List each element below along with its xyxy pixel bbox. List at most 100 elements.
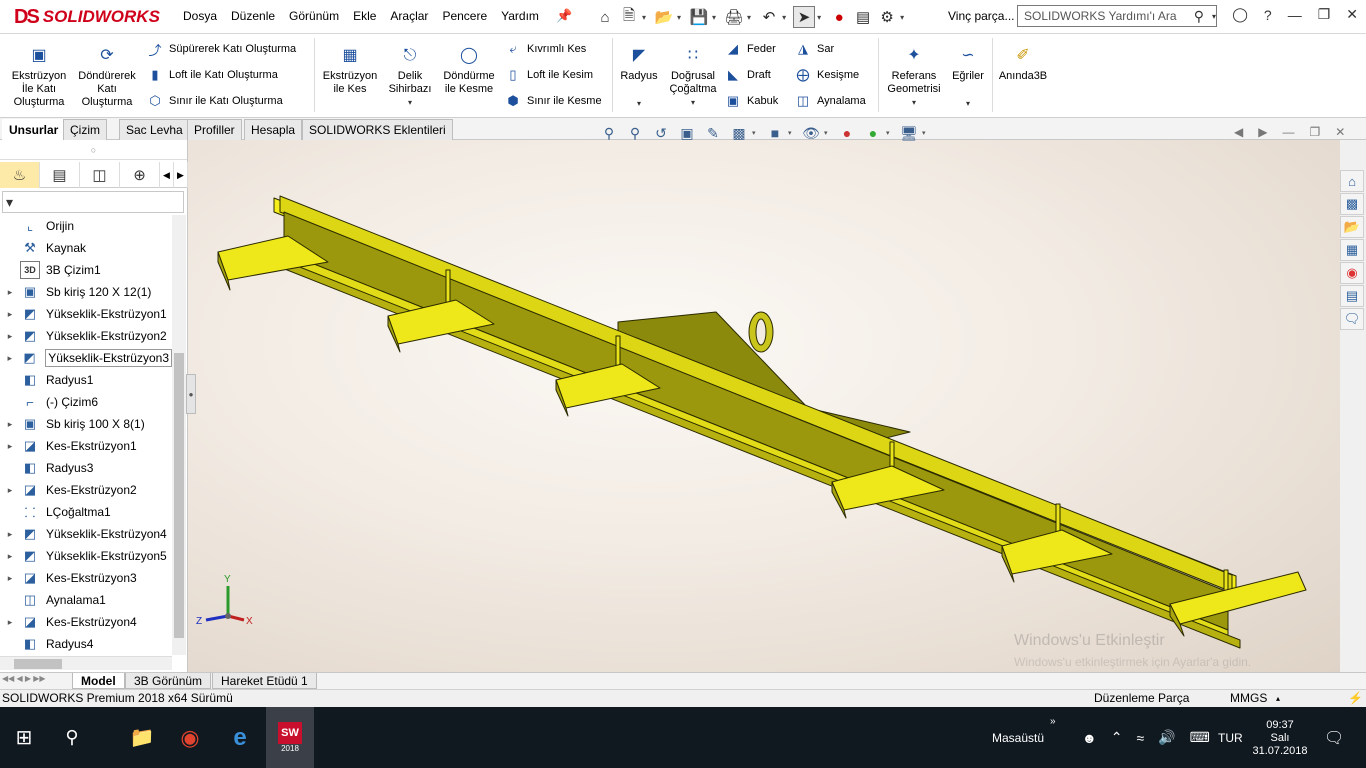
view-settings-icon[interactable]: 🖥 (896, 123, 922, 143)
chevron-down-icon[interactable]: ▾ (712, 13, 716, 22)
solidworks-taskbar-icon[interactable]: SW 2018 (266, 707, 314, 768)
toolbar-expand-icon[interactable]: » (1050, 691, 1056, 752)
zoom-to-area-icon[interactable]: ⚲ (622, 123, 648, 143)
tree-item[interactable]: ⌞ Orijin (0, 215, 172, 237)
file-explorer-icon[interactable]: 📂 (1340, 216, 1364, 238)
loft-boss-button[interactable]: ▮ Loft ile Katı Oluşturma (146, 66, 277, 84)
appearances-icon[interactable]: ◉ (1340, 262, 1364, 284)
wrap-button[interactable]: ◮ Sar (794, 40, 834, 58)
restore-icon[interactable]: ❐ (1318, 6, 1331, 23)
linear-pattern-button[interactable]: ∷ Doğrusal Çoğaltma ▾ (666, 42, 720, 109)
tab-3d-views[interactable]: 3B Görünüm (125, 673, 212, 689)
tree-item[interactable]: ⌐ (-) Çizim6 (0, 391, 172, 413)
chevron-down-icon[interactable]: ▾ (752, 129, 762, 137)
chevron-down-icon[interactable]: ▾ (900, 13, 904, 22)
tree-item[interactable]: ▸ ◩ Yükseklik-Ekstrüzyon3 (0, 347, 172, 369)
select-pointer-icon[interactable]: ➤ (793, 6, 816, 28)
chevron-down-icon[interactable]: ▾ (642, 13, 646, 22)
chevron-down-icon[interactable]: ▾ (1212, 12, 1216, 21)
clock[interactable]: 09:37 Salı 31.07.2018 (1250, 707, 1310, 768)
chevron-up-icon[interactable]: ⌃ (1111, 729, 1123, 746)
tree-item[interactable]: ◧ Radyus3 (0, 457, 172, 479)
close-icon[interactable]: ✕ (1346, 6, 1358, 23)
menu-file[interactable]: Dosya (176, 9, 224, 23)
configuration-manager-tab-icon[interactable]: ◫ (80, 162, 120, 188)
expand-arrow-icon[interactable]: ▸ (0, 309, 20, 320)
minimize-icon[interactable]: — (1288, 7, 1302, 23)
next-view-icon[interactable]: ▶ (1258, 125, 1267, 139)
minimize-icon[interactable]: — (1282, 125, 1294, 139)
rebuild-traffic-light-icon[interactable]: ● (828, 6, 850, 28)
chrome-icon[interactable]: ◉ (166, 707, 214, 768)
chevron-down-icon[interactable]: ▾ (824, 129, 834, 137)
options-gear-icon[interactable]: ⚙ (876, 6, 898, 28)
people-icon[interactable]: ☻ (1082, 730, 1097, 746)
revolve-cut-button[interactable]: ◯ Döndürme ile Kesme (438, 42, 500, 96)
desktop-toolbar-label[interactable]: Masaüstü (992, 707, 1044, 768)
search-icon[interactable]: ⚲ (1194, 8, 1204, 25)
edge-icon[interactable]: e (216, 707, 264, 768)
view-palette-icon[interactable]: ▦ (1340, 239, 1364, 261)
tree-item[interactable]: ▸ ◩ Yükseklik-Ekstrüzyon1 (0, 303, 172, 325)
boundary-boss-button[interactable]: ⬡ Sınır ile Katı Oluşturma (146, 92, 282, 110)
tab-sketch[interactable]: Çizim (63, 119, 107, 140)
curves-button[interactable]: ∽ Eğriler ▾ (948, 42, 988, 110)
wifi-icon[interactable]: ≈ (1136, 730, 1144, 746)
crane-beam-model[interactable]: Y X Z (188, 140, 1340, 672)
tree-item[interactable]: ▸ ▣ Sb kiriş 120 X 12(1) (0, 281, 172, 303)
dimxpert-manager-tab-icon[interactable]: ⊕ (120, 162, 160, 188)
save-icon[interactable]: 💾 (688, 6, 710, 28)
chevron-down-icon[interactable]: ▾ (384, 96, 436, 109)
unit-system-selector[interactable]: MMGS (1230, 691, 1267, 705)
extrude-cut-button[interactable]: ▦ Ekstrüzyon ile Kes (318, 42, 382, 96)
chevron-down-icon[interactable]: ▾ (677, 13, 681, 22)
tab-sheet-metal[interactable]: Sac Levha (119, 119, 190, 140)
boundary-cut-button[interactable]: ⬢ Sınır ile Kesme (504, 92, 601, 110)
custom-properties-icon[interactable]: ▤ (1340, 285, 1364, 307)
expand-arrow-icon[interactable]: ▸ (0, 485, 20, 496)
menu-view[interactable]: Görünüm (282, 9, 346, 23)
pin-icon[interactable]: 📌 (556, 8, 572, 24)
rib-button[interactable]: ◢ Feder (724, 40, 776, 58)
print-icon[interactable]: 🖨 (723, 6, 745, 28)
chevron-down-icon[interactable]: ▾ (782, 13, 786, 22)
mirror-button[interactable]: ◫ Aynalama (794, 92, 866, 110)
tree-item[interactable]: ▸ ▣ Sb kiriş 100 X 8(1) (0, 413, 172, 435)
panel-collapse-handle[interactable]: ● (186, 374, 196, 414)
chevron-down-icon[interactable]: ▾ (666, 96, 720, 109)
tree-vertical-scrollbar[interactable] (172, 215, 186, 655)
tree-item[interactable]: ▸ ◪ Kes-Ekstrüzyon1 (0, 435, 172, 457)
tree-item[interactable]: ▸ ◪ Kes-Ekstrüzyon2 (0, 479, 172, 501)
file-explorer-icon[interactable]: 📁 (118, 707, 166, 768)
forum-icon[interactable]: 🗨 (1340, 308, 1364, 330)
extrude-boss-button[interactable]: ▣ Ekstrüzyon İle Katı Oluşturma (8, 42, 70, 109)
action-center-icon[interactable]: 🗨 (1324, 707, 1344, 768)
graphics-area[interactable]: Y X Z (188, 140, 1340, 672)
expand-arrow-icon[interactable]: ▸ (0, 573, 20, 584)
restore-icon[interactable]: ❐ (1309, 125, 1320, 139)
feature-manager-tab-icon[interactable]: ♨ (0, 162, 40, 188)
tree-item[interactable]: ⚒ Kaynak (0, 237, 172, 259)
tree-item[interactable]: ▸ ◩ Yükseklik-Ekstrüzyon2 (0, 325, 172, 347)
design-library-icon[interactable]: ▩ (1340, 193, 1364, 215)
volume-icon[interactable]: 🔊 (1158, 729, 1175, 746)
solidworks-resources-icon[interactable]: ⌂ (1340, 170, 1364, 192)
help-icon[interactable]: ? (1264, 7, 1272, 23)
expand-arrow-icon[interactable]: ▸ (0, 441, 20, 452)
solidworks-logo[interactable]: DS SOLIDWORKS (14, 6, 160, 28)
previous-view-icon[interactable]: ↺ (648, 123, 674, 143)
new-document-icon[interactable]: 🗎 (618, 6, 640, 28)
tree-item[interactable]: ⸬ LÇoğaltma1 (0, 501, 172, 523)
property-manager-tab-icon[interactable]: ▤ (40, 162, 80, 188)
hole-wizard-button[interactable]: ⎋ Delik Sihirbazı ▾ (384, 42, 436, 109)
tab-scroll-right-icon[interactable]: ▶ (174, 162, 188, 188)
apply-scene-icon[interactable]: ● (860, 123, 886, 143)
swept-cut-button[interactable]: ⤶ Kıvrımlı Kes (504, 40, 586, 58)
windows-start-icon[interactable]: ⊞ (0, 707, 48, 768)
chevron-down-icon[interactable]: ▾ (788, 129, 798, 137)
expand-arrow-icon[interactable]: ▸ (0, 529, 20, 540)
user-icon[interactable]: ◯ (1232, 6, 1248, 23)
tab-addins[interactable]: SOLIDWORKS Eklentileri (302, 119, 453, 140)
open-folder-icon[interactable]: 📂 (653, 6, 675, 28)
swept-boss-button[interactable]: ⤴ Süpürerek Katı Oluşturma (146, 40, 296, 58)
